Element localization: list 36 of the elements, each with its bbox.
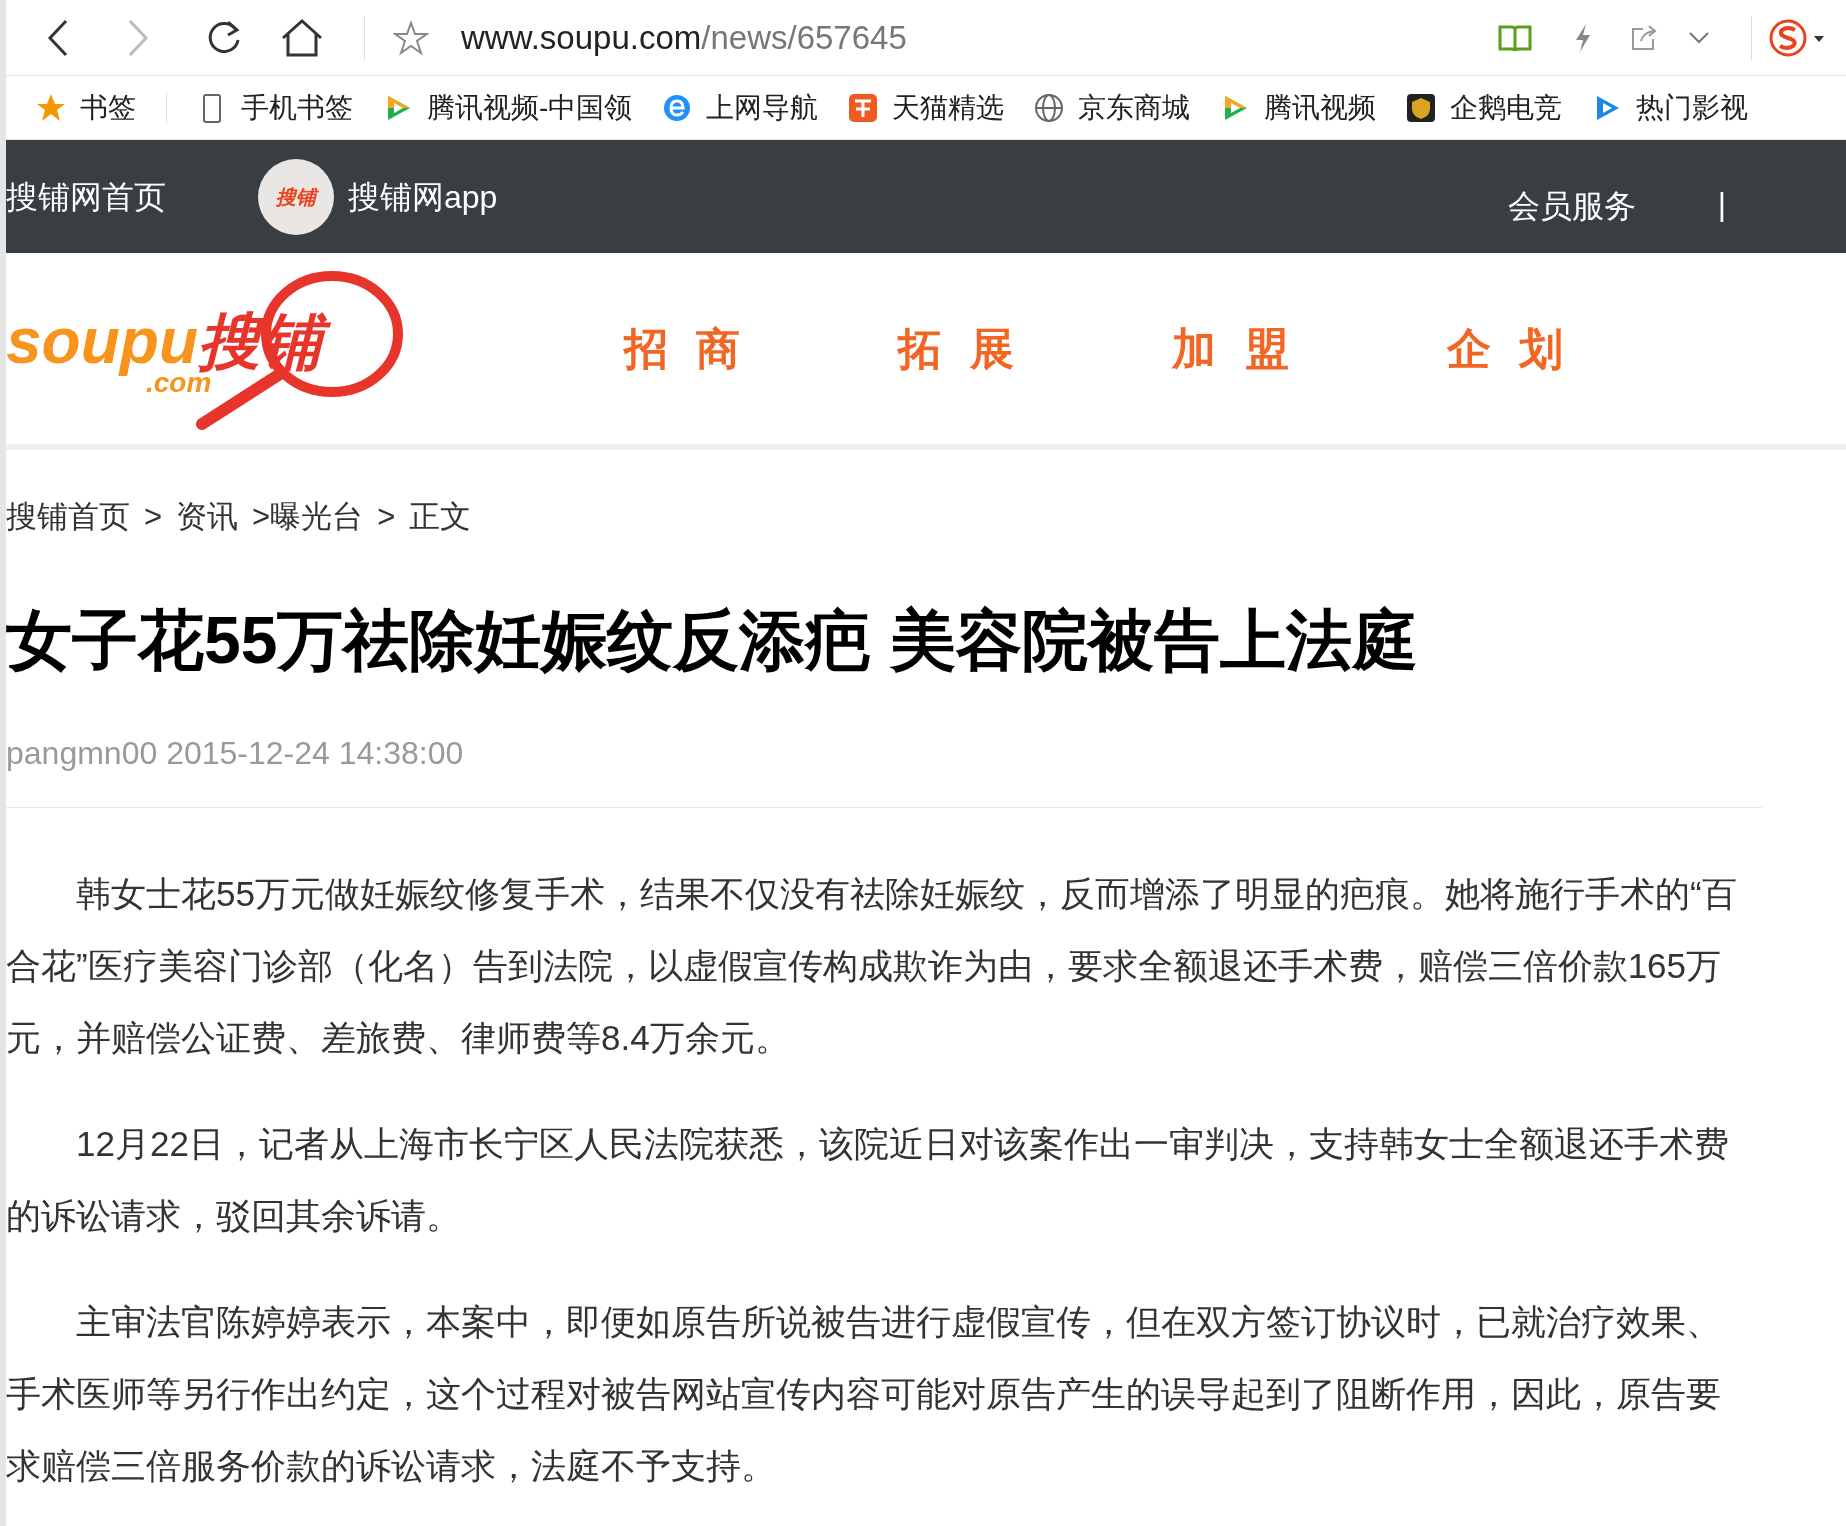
star-icon bbox=[36, 92, 66, 123]
bookmark-item[interactable]: 腾讯视频-中国领 bbox=[383, 86, 633, 129]
bookmark-item[interactable]: 京东商城 bbox=[1034, 86, 1191, 129]
home-link[interactable]: 搜铺网首页 bbox=[6, 172, 166, 221]
article-title: 女子花55万祛除妊娠纹反添疤 美容院被告上法庭 bbox=[6, 601, 1419, 679]
bookmark-item[interactable]: 书签 bbox=[36, 86, 136, 129]
breadcrumb-separator: 正文 bbox=[409, 498, 472, 536]
bookmark-item[interactable]: 热门影视 bbox=[1592, 86, 1749, 129]
breadcrumb-link[interactable]: >曝光台 bbox=[252, 494, 364, 541]
bookmark-item[interactable]: 手机书签 bbox=[197, 86, 353, 129]
home-icon[interactable] bbox=[280, 17, 324, 58]
breadcrumb-link[interactable]: > bbox=[377, 494, 396, 541]
globe-icon bbox=[1034, 92, 1065, 123]
breadcrumb-link[interactable]: 资讯 bbox=[176, 494, 239, 541]
address-bar[interactable]: www.soupu.com/news/657645 bbox=[461, 12, 1497, 63]
e-icon bbox=[662, 92, 693, 123]
member-service-link[interactable]: 会员服务 bbox=[1507, 181, 1636, 230]
bookmark-item[interactable]: 天猫精选 bbox=[848, 86, 1005, 129]
article-paragraph: 韩女士花55万元做妊娠纹修复手术，结果不仅没有祛除妊娠纹，反而增添了明显的疤痕。她将施行手术的“百合花”医疗美容门诊部（化名）告到法院，以虚假宣传构成欺诈为由，要求全额退还手术费，赔偿三倍价款165万元，并赔偿公证费、差旅费、律师费等8.4万余元。 bbox=[6, 873, 1738, 1059]
star-icon[interactable] bbox=[393, 19, 429, 56]
article-paragraph: 主审法官陈婷婷表示，本案中，即便如原告所说被告进行虚假宣传，但在双方签订协议时，已就治疗效果、手术医师等另行作出约定，这个过程对被告网站宣传内容可能对原告产生的误导起到了阻断作用，因此，原告要求赔偿三倍服务价款的诉讼请求，法庭不予支持。 bbox=[6, 1301, 1722, 1487]
bookmark-item[interactable]: 企鹅电竞 bbox=[1406, 86, 1563, 129]
bookmark-item[interactable]: 上网导航 bbox=[662, 86, 819, 129]
separator-text: | bbox=[1717, 184, 1726, 224]
article-meta: pangmn00 2015-12-24 14:38:00 bbox=[6, 729, 1762, 808]
chevron-down-icon[interactable] bbox=[1687, 29, 1711, 46]
app-link[interactable]: 搜铺 搜铺网app bbox=[258, 158, 498, 235]
share-icon[interactable] bbox=[1629, 22, 1659, 53]
breadcrumb-separator: > bbox=[144, 498, 163, 536]
bookmark-item[interactable]: 腾讯视频 bbox=[1220, 86, 1377, 129]
back-icon[interactable] bbox=[46, 17, 70, 58]
s-logo-dropdown-icon[interactable] bbox=[1768, 17, 1826, 58]
app-logo-icon: 搜铺 bbox=[258, 158, 334, 235]
breadcrumb-link[interactable]: 搜铺首页 bbox=[6, 494, 130, 541]
shield-emblem-icon bbox=[1406, 92, 1437, 123]
article-paragraph: 12月22日，记者从上海市长宁区人民法院获悉，该院近日对该案作出一审判决，支持韩女士全额退还手术费的诉讼请求，驳回其余诉请。 bbox=[6, 1123, 1730, 1237]
